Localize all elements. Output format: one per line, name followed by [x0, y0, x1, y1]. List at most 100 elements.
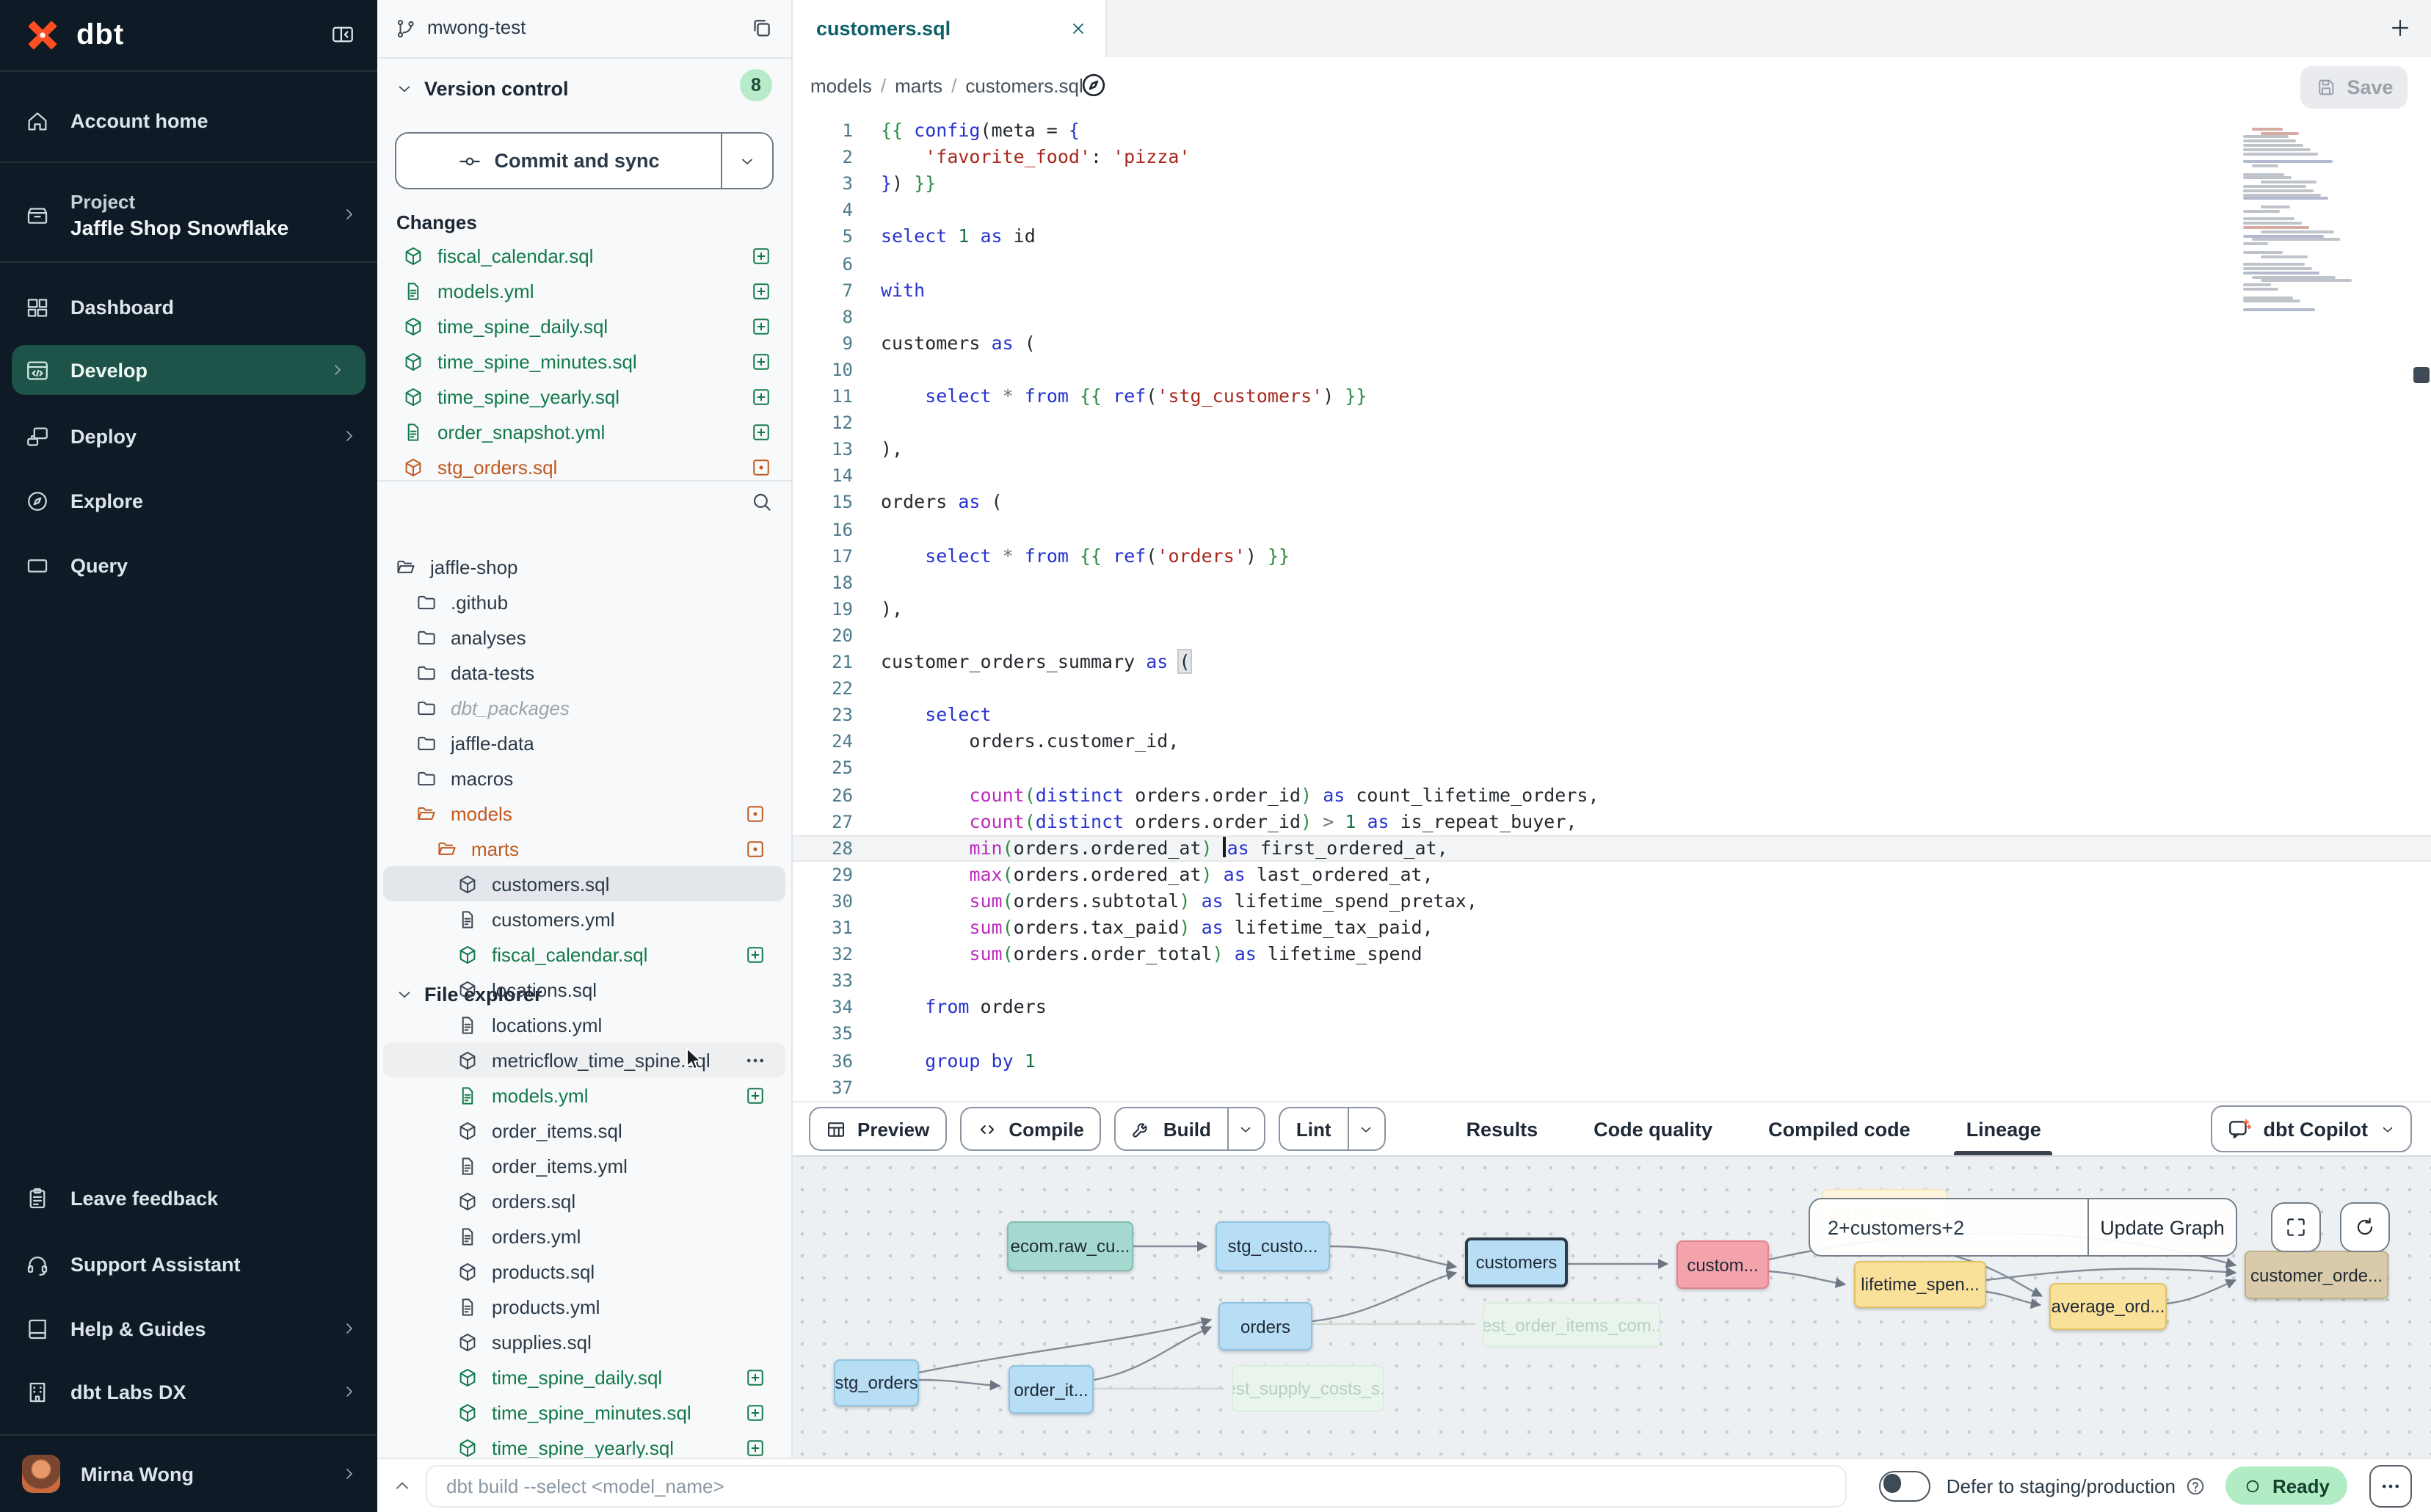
modified-dot-icon[interactable] [744, 837, 766, 859]
lineage-node-ecom-raw-cu[interactable]: ecom.raw_cu... [1007, 1221, 1133, 1271]
tree-item-customers-yml[interactable]: customers.yml [383, 901, 785, 937]
sidebar-item-leave-feedback[interactable]: Leave feedback [0, 1173, 377, 1223]
breadcrumb-item[interactable]: marts [895, 75, 942, 97]
commit-and-sync-button[interactable]: Commit and sync [395, 132, 774, 189]
changed-file-models-yml[interactable]: models.yml [377, 273, 791, 308]
tree-item-data-tests[interactable]: data-tests [383, 655, 785, 690]
commit-dropdown-button[interactable] [721, 134, 772, 188]
row-menu-icon[interactable] [744, 1049, 766, 1071]
sidebar-item-project[interactable]: Project Jaffle Shop Snowflake [0, 179, 377, 250]
tree-item-products-yml[interactable]: products.yml [383, 1289, 785, 1324]
changed-file-time-spine-minutes-sql[interactable]: time_spine_minutes.sql [377, 344, 791, 379]
changed-file-order-snapshot-yml[interactable]: order_snapshot.yml [377, 414, 791, 449]
stage-plus-icon[interactable] [744, 1366, 766, 1388]
stage-plus-icon[interactable] [744, 943, 766, 965]
lineage-node-stg-orders[interactable]: stg_orders [834, 1359, 919, 1406]
tab-customers-sql[interactable]: customers.sql [791, 0, 1107, 57]
lineage-node-customers[interactable]: customers [1465, 1237, 1568, 1287]
stage-plus-icon[interactable] [750, 421, 772, 443]
stage-plus-icon[interactable] [750, 385, 772, 407]
tree-item-customers-sql[interactable]: customers.sql [383, 866, 785, 901]
changed-file-fiscal-calendar-sql[interactable]: fiscal_calendar.sql [377, 238, 791, 273]
preview-button[interactable]: Preview [809, 1107, 947, 1151]
dbt-copilot-button[interactable]: dbt Copilot [2211, 1105, 2412, 1152]
lineage-node-order-it[interactable]: order_it... [1009, 1365, 1094, 1414]
build-dropdown-button[interactable] [1227, 1108, 1264, 1149]
sidebar-item-support-assistant[interactable]: Support Assistant [0, 1239, 377, 1289]
tree-item-time-spine-minutes-sql[interactable]: time_spine_minutes.sql [383, 1395, 785, 1430]
sidebar-item-dashboard[interactable]: Dashboard [0, 285, 377, 329]
model-health-compass-icon[interactable] [1079, 70, 1108, 100]
tree-item-models[interactable]: models [383, 796, 785, 831]
lineage-node-customer-orde[interactable]: customer_orde... [2245, 1251, 2388, 1299]
tree-item-products-sql[interactable]: products.sql [383, 1254, 785, 1289]
tree-item-locations-sql[interactable]: locations.sql [383, 972, 785, 1007]
tree-item-order-items-sql[interactable]: order_items.sql [383, 1113, 785, 1148]
tree-item-marts[interactable]: marts [383, 831, 785, 866]
save-button[interactable]: Save [2300, 66, 2408, 109]
sidebar-item-query[interactable]: Query [0, 543, 377, 587]
tree-item-locations-yml[interactable]: locations.yml [383, 1007, 785, 1042]
sidebar-item-dbt-labs-dx[interactable]: dbt Labs DX [0, 1367, 377, 1417]
tree-item-time-spine-yearly-sql[interactable]: time_spine_yearly.sql [383, 1430, 785, 1458]
modified-dot-icon[interactable] [750, 456, 772, 478]
tree-item-metricflow-time-spine-sql[interactable]: metricflow_time_spine.sql [383, 1042, 785, 1077]
help-icon[interactable] [2184, 1475, 2206, 1497]
collapse-sidebar-icon[interactable] [329, 22, 357, 47]
lineage-node-custom[interactable]: custom... [1676, 1240, 1769, 1289]
defer-toggle[interactable] [1879, 1470, 1930, 1501]
tab-lineage[interactable]: Lineage [1966, 1102, 2041, 1155]
stage-plus-icon[interactable] [744, 1084, 766, 1106]
lint-button[interactable]: Lint [1279, 1107, 1386, 1151]
stage-plus-icon[interactable] [750, 350, 772, 372]
breadcrumb-item[interactable]: customers.sql [965, 75, 1083, 97]
tab-code-quality[interactable]: Code quality [1594, 1102, 1712, 1155]
tree-item-jaffle-data[interactable]: jaffle-data [383, 725, 785, 760]
tree-item-fiscal-calendar-sql[interactable]: fiscal_calendar.sql [383, 937, 785, 972]
sidebar-item-user[interactable]: Mirna Wong [0, 1450, 377, 1497]
tree-item-macros[interactable]: macros [383, 760, 785, 796]
lineage-node-orders[interactable]: orders [1218, 1302, 1312, 1351]
tree-item-orders-yml[interactable]: orders.yml [383, 1218, 785, 1254]
tree-item-models-yml[interactable]: models.yml [383, 1077, 785, 1113]
new-tab-icon[interactable] [2388, 16, 2412, 40]
sidebar-item-develop[interactable]: Develop [12, 345, 366, 395]
tree-item-supplies-sql[interactable]: supplies.sql [383, 1324, 785, 1359]
more-options-button[interactable] [2369, 1464, 2412, 1507]
sidebar-item-account-home[interactable]: Account home [0, 97, 377, 144]
tree-item-orders-sql[interactable]: orders.sql [383, 1183, 785, 1218]
update-graph-button[interactable]: Update Graph [2089, 1199, 2236, 1255]
lineage-node-stg-custo[interactable]: stg_custo... [1216, 1221, 1330, 1271]
compile-button[interactable]: Compile [960, 1107, 1102, 1151]
tree-item-time-spine-daily-sql[interactable]: time_spine_daily.sql [383, 1359, 785, 1395]
stage-plus-icon[interactable] [750, 315, 772, 337]
lineage-node-average-ord[interactable]: average_ord... [2049, 1283, 2167, 1330]
version-control-header[interactable]: Version control [395, 78, 569, 100]
build-button[interactable]: Build [1115, 1107, 1265, 1151]
close-icon[interactable] [1069, 19, 1088, 38]
lineage-search-input[interactable]: 2+customers+2 [1810, 1199, 2087, 1255]
minimap[interactable] [2237, 123, 2343, 314]
stage-plus-icon[interactable] [750, 244, 772, 266]
tree-item-analyses[interactable]: analyses [383, 619, 785, 655]
breadcrumb-item[interactable]: models [810, 75, 872, 97]
status-badge[interactable]: Ready [2225, 1466, 2347, 1505]
sidebar-item-explore[interactable]: Explore [0, 479, 377, 523]
scrollbar-thumb[interactable] [2413, 367, 2430, 383]
tree-item-github[interactable]: .github [383, 584, 785, 619]
changed-file-time-spine-daily-sql[interactable]: time_spine_daily.sql [377, 308, 791, 344]
changed-file-stg-orders-sql[interactable]: stg_orders.sql [377, 449, 791, 481]
search-icon[interactable] [750, 490, 774, 514]
fullscreen-button[interactable] [2271, 1202, 2321, 1252]
tree-item-jaffle-shop[interactable]: jaffle-shop [383, 549, 785, 584]
stage-plus-icon[interactable] [750, 280, 772, 302]
sidebar-item-deploy[interactable]: Deploy [0, 414, 377, 458]
lint-dropdown-button[interactable] [1348, 1108, 1384, 1149]
file-explorer-header[interactable]: File explorer [377, 487, 791, 528]
tab-compiled-code[interactable]: Compiled code [1768, 1102, 1911, 1155]
stage-plus-icon[interactable] [744, 1401, 766, 1423]
refresh-button[interactable] [2340, 1202, 2390, 1252]
chevron-up-icon[interactable] [392, 1475, 413, 1496]
lineage-node-lifetime-spen[interactable]: lifetime_spen... [1854, 1261, 1986, 1308]
tab-results[interactable]: Results [1467, 1102, 1538, 1155]
